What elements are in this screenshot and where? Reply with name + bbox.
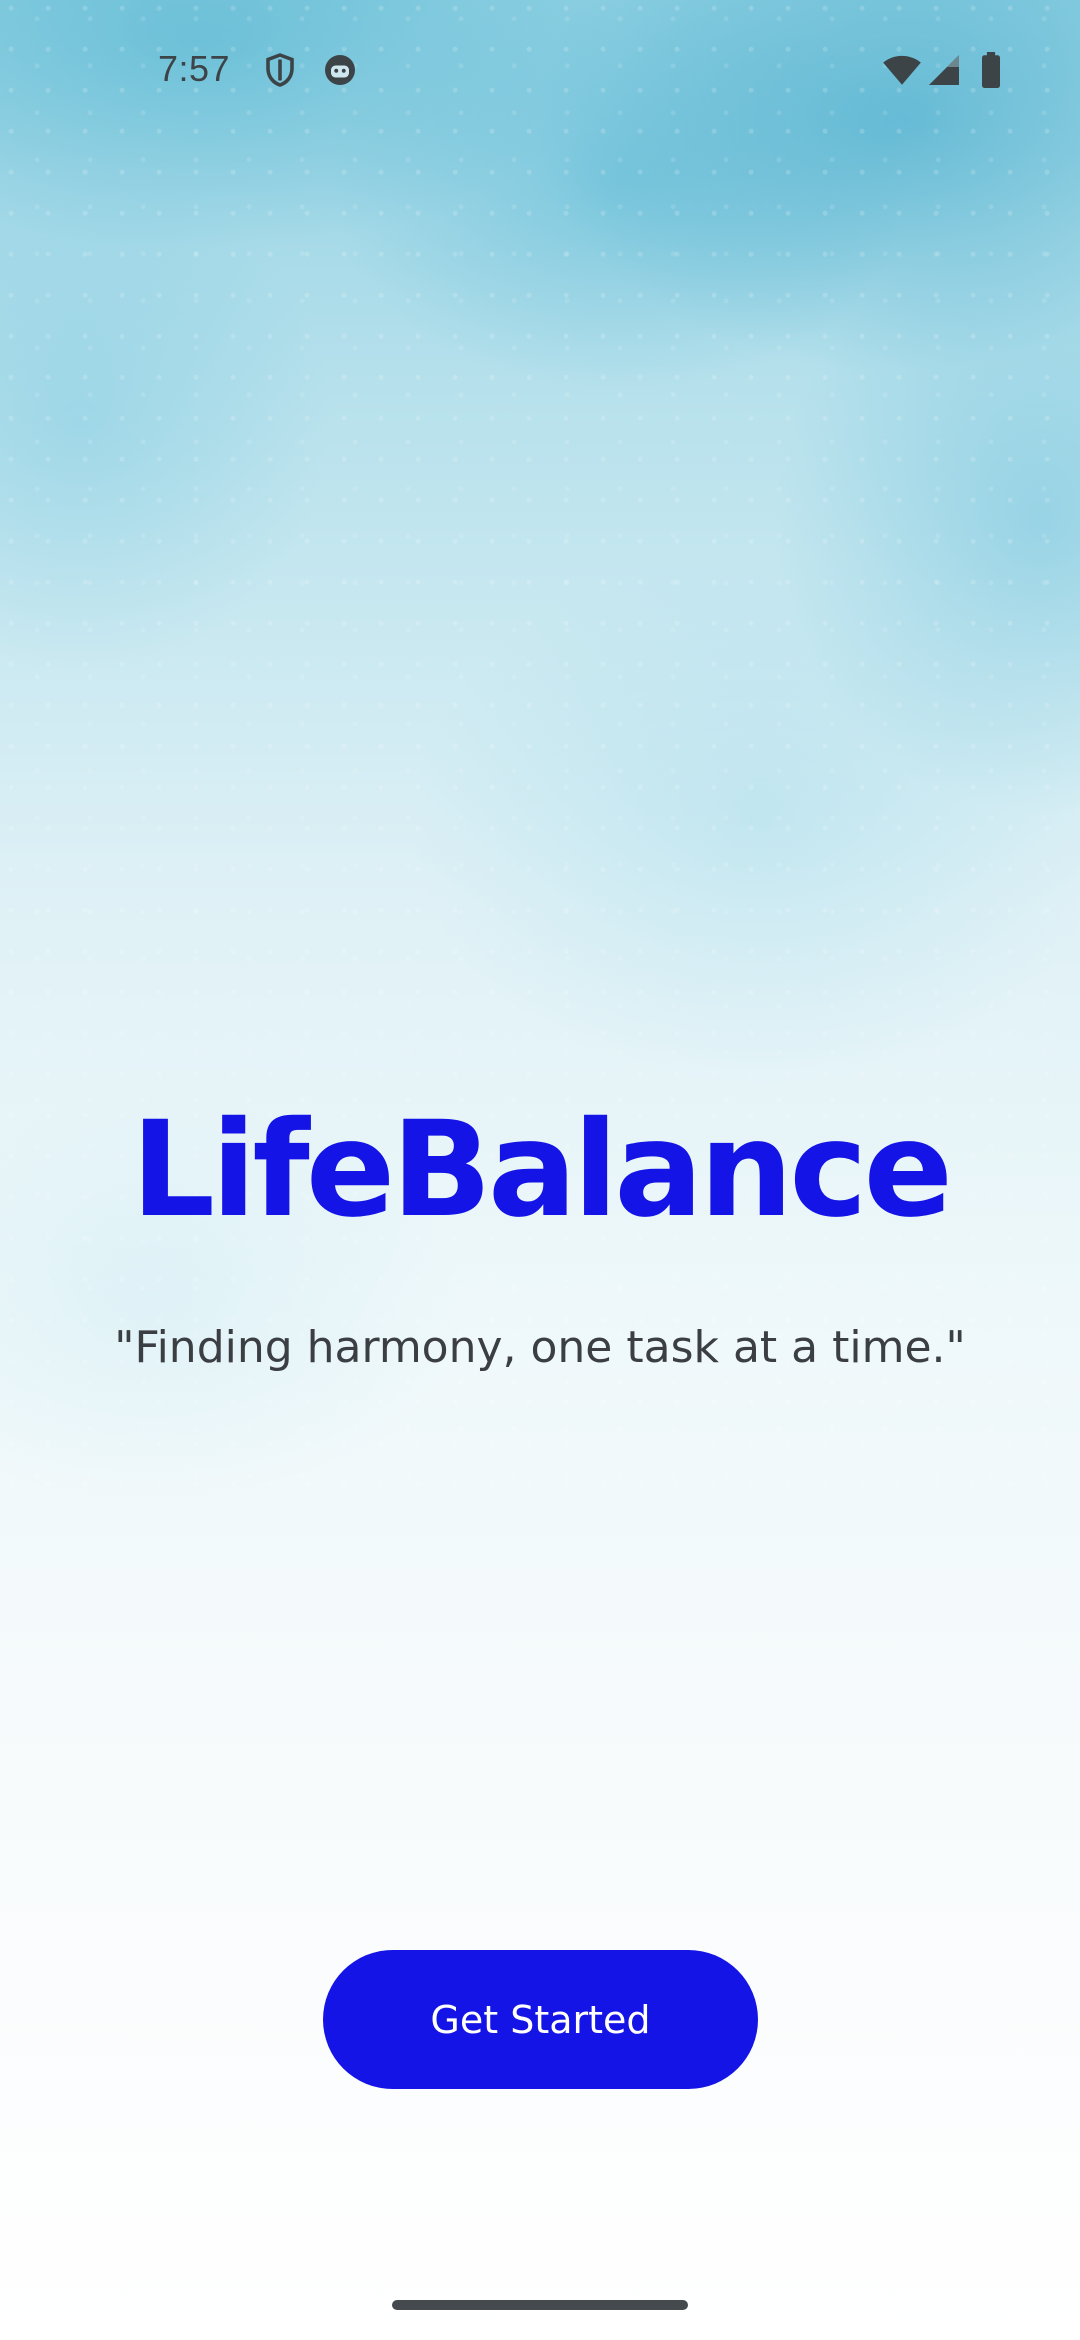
android-face-icon <box>322 52 358 88</box>
watercolor-background <box>0 0 1080 1500</box>
shield-icon <box>262 52 298 88</box>
cellular-signal-icon <box>926 52 962 88</box>
splash-screen: 7:57 LifeBalance "Finding harmony, one t… <box>0 0 1080 2340</box>
battery-icon <box>980 52 1002 88</box>
wifi-icon <box>882 52 922 88</box>
status-bar: 7:57 <box>0 0 1080 140</box>
home-indicator[interactable] <box>392 2300 688 2310</box>
get-started-button[interactable]: Get Started <box>323 1950 758 2089</box>
app-tagline: "Finding harmony, one task at a time." <box>114 1322 966 1373</box>
app-title: LifeBalance <box>130 1093 953 1247</box>
status-time: 7:57 <box>158 48 231 89</box>
